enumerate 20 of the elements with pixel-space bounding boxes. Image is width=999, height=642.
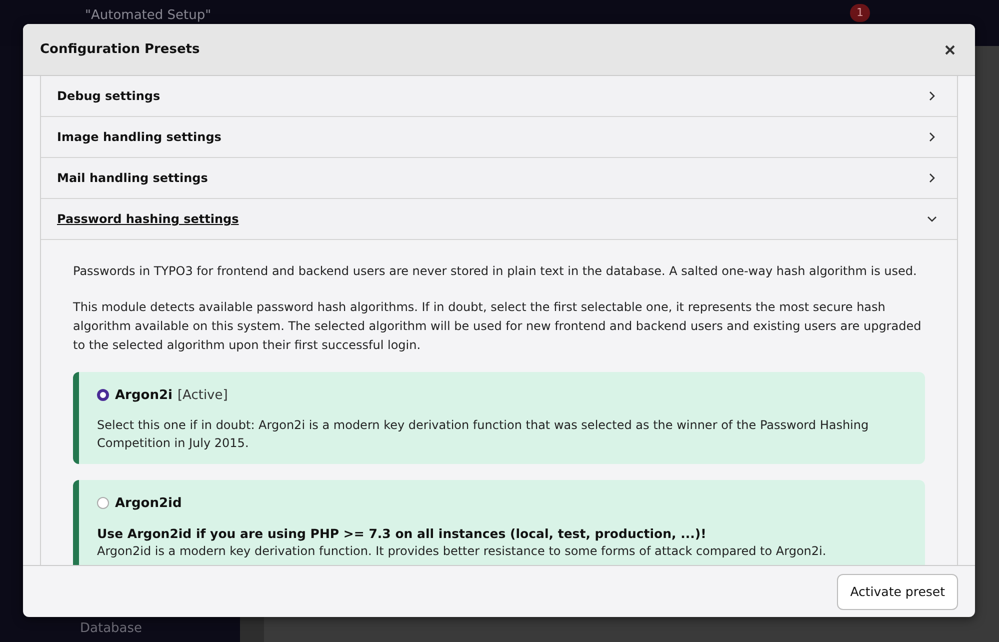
close-icon[interactable] bbox=[945, 44, 955, 54]
sidebar-item[interactable]: Database bbox=[0, 621, 240, 636]
chevron-icon bbox=[927, 91, 937, 101]
option-warning: Use Argon2id if you are using PHP >= 7.3 on all instances (local, test, production, ...)! bbox=[97, 525, 708, 543]
option-description: Argon2id is a modern key derivation function. It provides better resistance to some forms of attack compared to Argon2i. bbox=[97, 543, 828, 560]
chevron-icon bbox=[927, 132, 937, 142]
modal-title: Configuration Presets bbox=[40, 42, 200, 57]
notification-badge: 1 bbox=[850, 4, 870, 22]
radio-button[interactable] bbox=[97, 389, 109, 401]
option-tag: [Active] bbox=[177, 388, 228, 402]
chevron-icon bbox=[927, 173, 937, 183]
intro-paragraph: This module detects available password hash algorithms. If in doubt, select the first selectable one, it represents the most secure hash algorithm available on this system. The selected algorithm will be used for new frontend and backend users and existing users are upgraded to the selected algorithm upon their first successful login. bbox=[73, 299, 922, 354]
intro-paragraph: Passwords in TYPO3 for frontend and backend users are never stored in plain text in the database. A salted one-way hash algorithm is used. bbox=[73, 263, 918, 280]
radio-button[interactable] bbox=[97, 497, 109, 509]
site-title: "Automated Setup" bbox=[85, 8, 212, 23]
option-name: Argon2i bbox=[115, 388, 172, 402]
chevron-icon bbox=[927, 214, 937, 224]
option-name: Argon2id bbox=[115, 496, 182, 510]
option-description: Select this one if in doubt: Argon2i is a modern key derivation function that was selected as the winner of the Password Hashing Competition in July 2015. bbox=[97, 417, 870, 452]
activate-preset-button[interactable]: Activate preset bbox=[837, 574, 958, 610]
